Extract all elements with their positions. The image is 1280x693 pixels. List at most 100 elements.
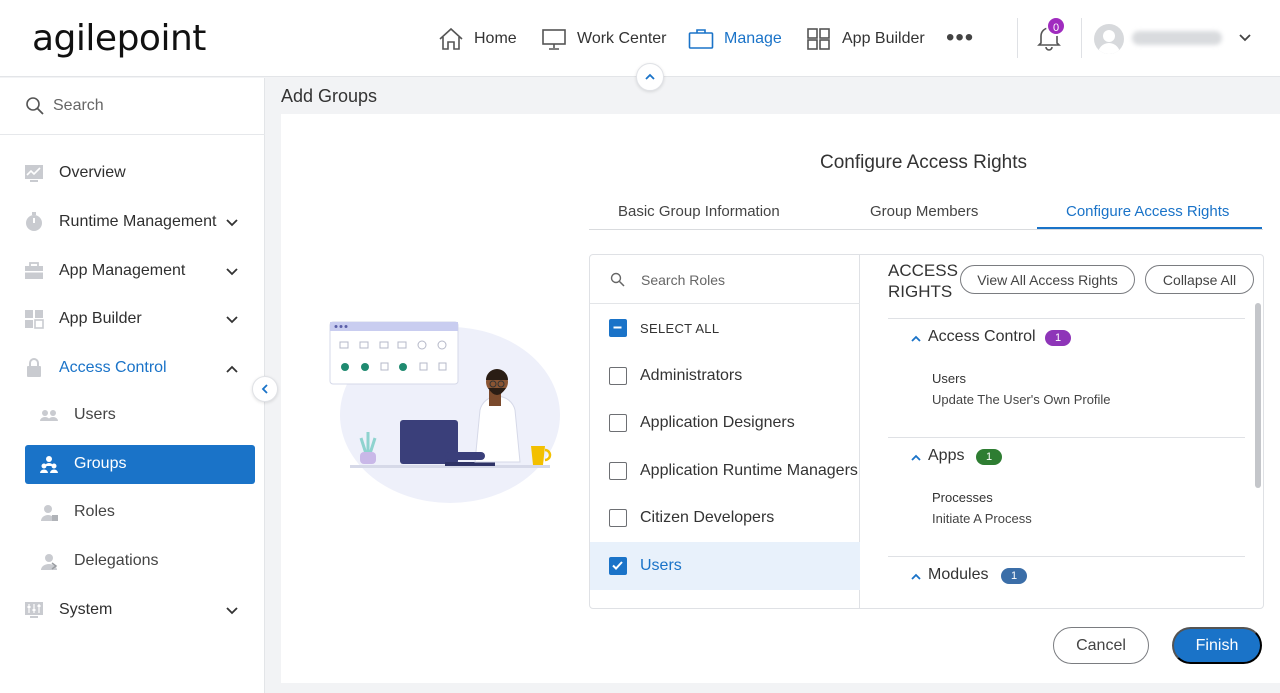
- role-checkbox[interactable]: [609, 414, 627, 432]
- sidebar-item-label: System: [59, 601, 113, 618]
- role-row[interactable]: Administrators: [590, 352, 860, 400]
- active-tab-indicator: [1037, 227, 1262, 229]
- view-all-access-rights-button[interactable]: View All Access Rights: [960, 265, 1135, 294]
- home-icon: [439, 27, 463, 50]
- nav-home-label: Home: [474, 30, 517, 47]
- tab-group-members[interactable]: Group Members: [870, 203, 978, 220]
- avatar[interactable]: [1094, 24, 1124, 54]
- header-divider: [1017, 18, 1018, 58]
- wizard-tabs: Basic Group Information Group Members Co…: [589, 200, 1263, 230]
- sidebar-search[interactable]: Search: [0, 78, 265, 135]
- tab-basic-group-information[interactable]: Basic Group Information: [618, 203, 780, 220]
- sidebar-subitem-label: Groups: [74, 455, 127, 472]
- monitor-icon: [542, 29, 566, 50]
- notification-badge: 0: [1046, 16, 1066, 36]
- role-row[interactable]: Citizen Developers: [590, 494, 860, 542]
- role-checkbox[interactable]: [609, 462, 627, 480]
- access-rights-heading: ACCESS RIGHTS: [888, 261, 958, 301]
- configure-access-rights-title: Configure Access Rights: [820, 152, 1027, 173]
- chevron-up-icon[interactable]: [910, 333, 922, 345]
- sidebar-subitem-users[interactable]: Users: [25, 396, 255, 435]
- chevron-down-icon: [226, 316, 238, 324]
- chevron-down-icon[interactable]: [1237, 30, 1253, 46]
- page-title: Add Groups: [281, 86, 378, 106]
- role-row[interactable]: Application Runtime Managers: [590, 447, 860, 495]
- chevron-down-icon: [226, 268, 238, 276]
- rights-subsection: Processes: [932, 490, 993, 505]
- sidebar-item-app-management[interactable]: App Management: [0, 251, 265, 291]
- count-badge: 1: [1001, 568, 1027, 584]
- search-roles-input[interactable]: Search Roles: [590, 255, 860, 304]
- groups-icon: [40, 456, 58, 473]
- collapse-header-button[interactable]: [636, 63, 664, 91]
- sidebar-item-system[interactable]: System: [0, 590, 265, 630]
- nav-app-builder[interactable]: App Builder: [806, 24, 925, 54]
- sidebar-search-placeholder: Search: [53, 97, 104, 114]
- collapse-sidebar-button[interactable]: [252, 376, 278, 402]
- section-access-control[interactable]: Access Control: [928, 328, 1036, 346]
- illustration: [329, 321, 560, 503]
- tab-configure-access-rights[interactable]: Configure Access Rights: [1066, 203, 1229, 220]
- role-label: Application Runtime Managers: [640, 462, 858, 479]
- section-apps[interactable]: Apps: [928, 447, 964, 465]
- chevron-up-icon[interactable]: [910, 571, 922, 583]
- select-all-checkbox[interactable]: [609, 319, 627, 337]
- count-badge: 1: [976, 449, 1002, 465]
- timer-icon: [26, 212, 42, 231]
- role-checkbox[interactable]: [609, 509, 627, 527]
- roles-list: Search Roles SELECT ALL Administrators A…: [590, 255, 860, 608]
- nav-work-center-label: Work Center: [577, 30, 667, 47]
- user-name-blurred[interactable]: [1132, 31, 1222, 45]
- search-roles-placeholder: Search Roles: [641, 272, 726, 288]
- role-checkbox[interactable]: [609, 367, 627, 385]
- rights-item: Update The User's Own Profile: [932, 392, 1111, 407]
- role-label: Administrators: [640, 367, 743, 384]
- sidebar-item-overview[interactable]: Overview: [0, 153, 265, 193]
- toolbox-icon: [25, 262, 43, 279]
- role-row[interactable]: Users: [590, 542, 860, 590]
- nav-app-builder-label: App Builder: [842, 30, 925, 47]
- search-icon: [610, 272, 625, 287]
- chevron-up-icon[interactable]: [910, 452, 922, 464]
- chart-icon: [25, 165, 43, 182]
- sidebar-subitem-label: Roles: [74, 503, 115, 520]
- nav-home[interactable]: Home: [438, 24, 517, 54]
- delegation-icon: [41, 554, 58, 570]
- grid-icon: [25, 310, 44, 329]
- sidebar-item-access-control[interactable]: Access Control: [0, 348, 265, 388]
- sidebar-item-label: App Builder: [59, 310, 142, 327]
- checkmark-icon: [612, 561, 623, 570]
- sidebar-item-label: Runtime Management: [59, 213, 217, 230]
- chevron-down-icon: [226, 607, 238, 615]
- nav-manage[interactable]: Manage: [688, 24, 782, 54]
- role-checkbox[interactable]: [609, 557, 627, 575]
- search-icon: [26, 97, 44, 115]
- role-label: Users: [640, 557, 682, 574]
- access-rights-panel: ACCESS RIGHTS View All Access Rights Col…: [861, 255, 1263, 608]
- count-badge: 1: [1045, 330, 1071, 346]
- select-all-row[interactable]: SELECT ALL: [590, 304, 860, 352]
- sliders-icon: [25, 602, 43, 618]
- divider: [888, 318, 1245, 319]
- sidebar-subitem-groups[interactable]: Groups: [25, 445, 255, 484]
- sidebar-subitem-delegations[interactable]: Delegations: [25, 542, 255, 581]
- divider: [888, 437, 1245, 438]
- sidebar-item-runtime-management[interactable]: Runtime Management: [0, 202, 265, 242]
- nav-work-center[interactable]: Work Center: [541, 24, 667, 54]
- role-row[interactable]: Application Designers: [590, 399, 860, 447]
- section-modules[interactable]: Modules: [928, 566, 988, 584]
- finish-button[interactable]: Finish: [1172, 627, 1262, 664]
- lock-icon: [27, 358, 41, 377]
- scrollbar[interactable]: [1255, 303, 1261, 488]
- sidebar-item-label: Overview: [59, 164, 126, 181]
- collapse-all-button[interactable]: Collapse All: [1145, 265, 1254, 294]
- chevron-down-icon: [226, 219, 238, 227]
- sidebar-subitem-roles[interactable]: Roles: [25, 493, 255, 532]
- nav-manage-label: Manage: [724, 30, 782, 47]
- agilepoint-logo[interactable]: agilepoint: [32, 18, 206, 59]
- access-rights-box: Search Roles SELECT ALL Administrators A…: [589, 254, 1264, 609]
- sidebar-item-app-builder[interactable]: App Builder: [0, 299, 265, 339]
- more-menu-icon[interactable]: •••: [946, 26, 974, 50]
- role-label: Application Designers: [640, 414, 795, 431]
- cancel-button[interactable]: Cancel: [1053, 627, 1149, 664]
